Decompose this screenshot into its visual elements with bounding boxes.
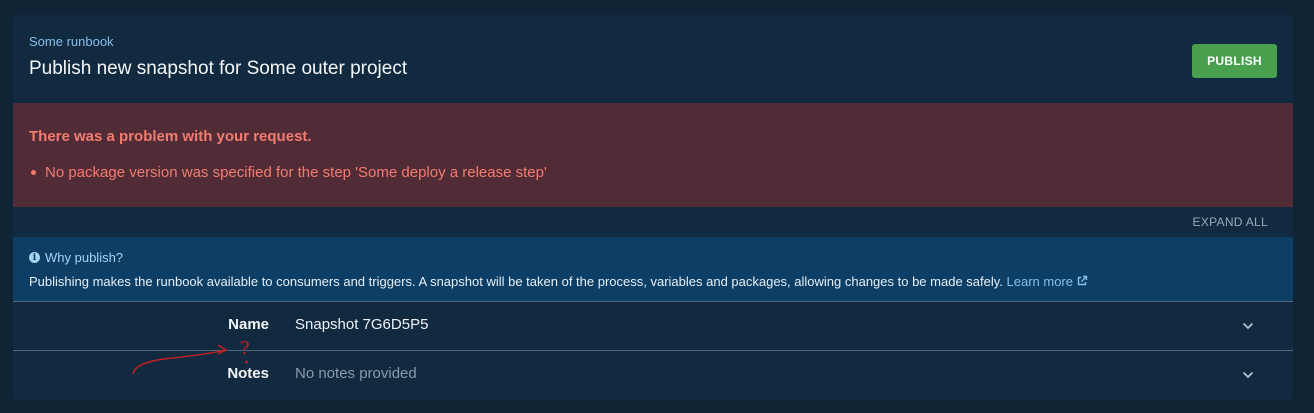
learn-more-link[interactable]: Learn more: [1007, 274, 1088, 289]
info-title: Why publish?: [45, 250, 124, 265]
publish-snapshot-card: Some runbook Publish new snapshot for So…: [13, 15, 1293, 400]
external-link-icon: [1077, 275, 1088, 286]
breadcrumb[interactable]: Some runbook: [29, 34, 114, 49]
name-label: Name: [228, 316, 269, 333]
form-row-notes[interactable]: Notes No notes provided: [13, 351, 1293, 399]
expand-all-button[interactable]: EXPAND ALL: [1193, 215, 1268, 229]
info-text: Publishing makes the runbook available t…: [29, 274, 1088, 289]
bullet-icon: [31, 170, 36, 175]
page-title: Publish new snapshot for Some outer proj…: [29, 58, 408, 79]
error-message: No package version was specified for the…: [45, 164, 547, 181]
form-row-name[interactable]: Name Snapshot 7G6D5P5: [13, 302, 1293, 350]
info-circle-icon: i: [29, 252, 40, 263]
page-header: Some runbook Publish new snapshot for So…: [13, 15, 1293, 103]
error-title: There was a problem with your request.: [29, 128, 312, 145]
info-body: Publishing makes the runbook available t…: [29, 274, 1003, 289]
publish-button[interactable]: PUBLISH: [1192, 44, 1277, 78]
notes-label: Notes: [227, 365, 269, 382]
name-value: Snapshot 7G6D5P5: [295, 316, 429, 333]
learn-more-label: Learn more: [1006, 274, 1073, 289]
notes-value: No notes provided: [295, 365, 417, 382]
error-list-item: No package version was specified for the…: [29, 164, 547, 181]
chevron-down-icon[interactable]: [1241, 368, 1255, 382]
info-callout: i Why publish? Publishing makes the runb…: [13, 237, 1293, 301]
info-heading: i Why publish?: [29, 250, 123, 265]
chevron-down-icon[interactable]: [1241, 319, 1255, 333]
error-callout: There was a problem with your request. N…: [13, 103, 1293, 207]
